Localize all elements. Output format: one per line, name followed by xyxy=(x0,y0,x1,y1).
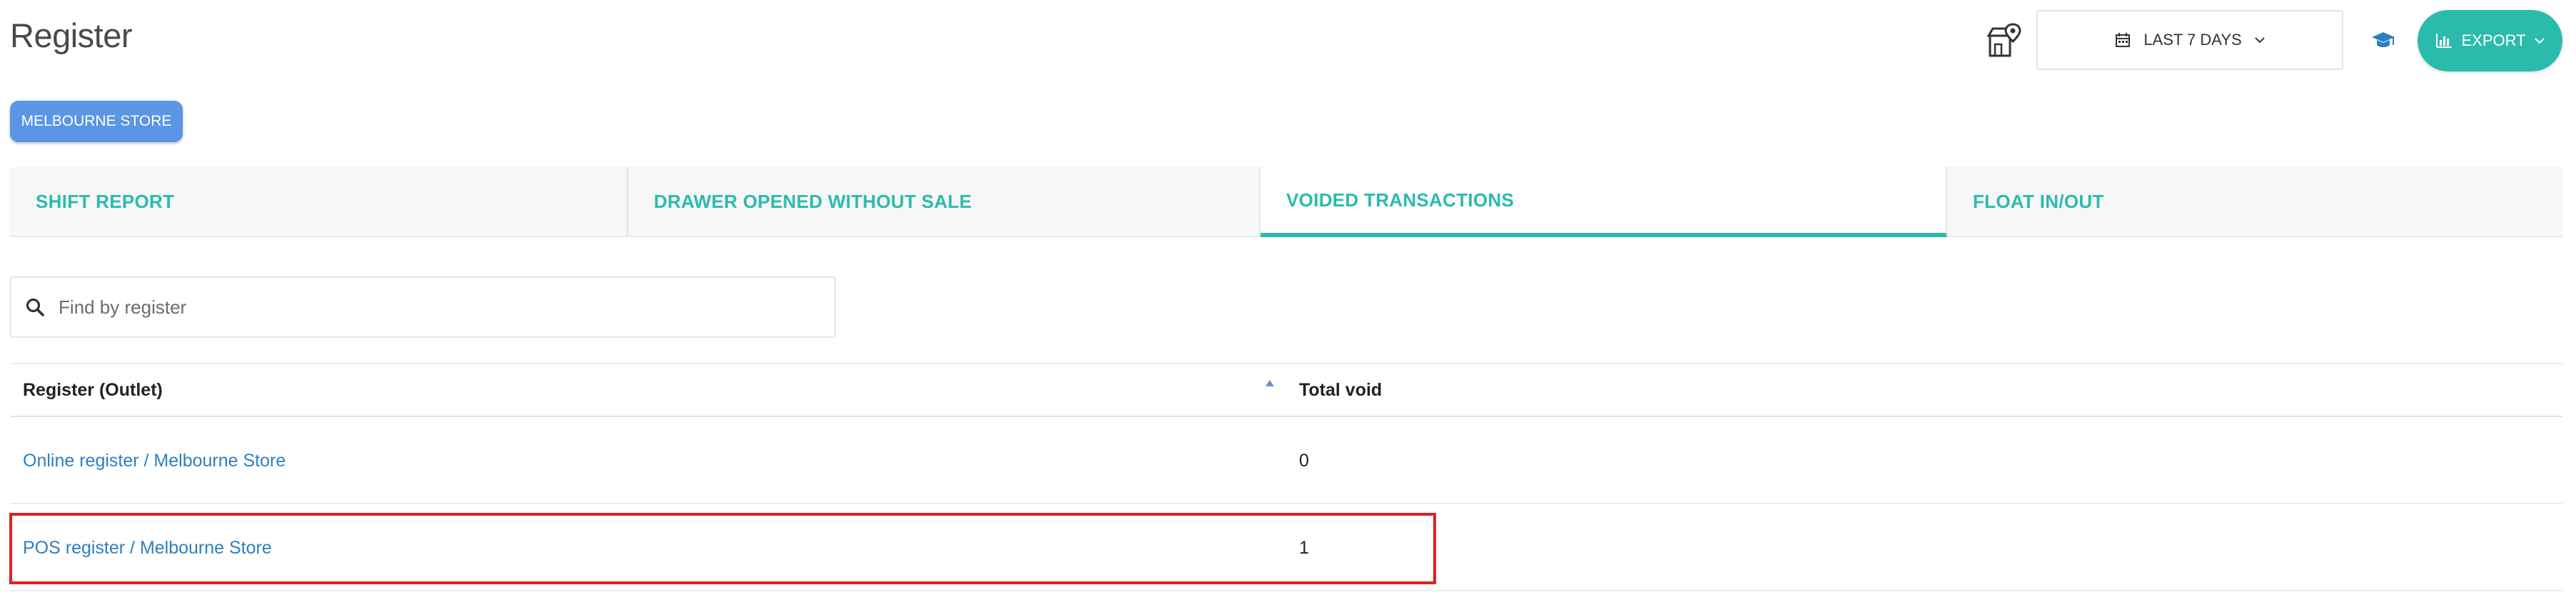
tab-voided-transactions[interactable]: VOIDED TRANSACTIONS xyxy=(1261,167,1947,237)
sort-ascending-icon[interactable] xyxy=(1265,379,1275,387)
calendar-icon xyxy=(2116,33,2131,47)
tab-drawer-opened-without-sale[interactable]: DRAWER OPENED WITHOUT SALE xyxy=(628,167,1261,236)
search-box xyxy=(10,276,836,338)
register-link[interactable]: Online register / Melbourne Store xyxy=(23,451,286,471)
table-row-divider xyxy=(10,503,2562,504)
tab-float-in-out[interactable]: FLOAT IN/OUT xyxy=(1947,167,2562,236)
search-icon xyxy=(26,298,44,316)
column-header-register[interactable]: Register (Outlet) xyxy=(23,380,163,401)
date-range-label: LAST 7 DAYS xyxy=(2143,31,2242,49)
table-header-divider xyxy=(10,416,2562,417)
search-input[interactable] xyxy=(57,295,774,319)
page-title: Register xyxy=(10,16,133,54)
date-range-button[interactable]: LAST 7 DAYS xyxy=(2036,10,2343,70)
table-row-divider xyxy=(10,590,2562,591)
table-top-divider xyxy=(10,363,2562,364)
export-label: EXPORT xyxy=(2461,31,2526,49)
row-highlight-box xyxy=(9,513,1436,584)
total-void-value: 0 xyxy=(1299,451,1309,471)
store-location-icon[interactable] xyxy=(1986,21,2023,59)
chevron-down-icon xyxy=(2534,37,2545,44)
export-button[interactable]: EXPORT xyxy=(2418,10,2562,71)
tab-shift-report[interactable]: SHIFT REPORT xyxy=(10,167,628,236)
outlet-filter-chip[interactable]: MELBOURNE STORE xyxy=(10,101,183,142)
graduation-cap-icon[interactable] xyxy=(2371,31,2395,49)
chevron-down-icon xyxy=(2254,36,2265,43)
column-header-total-void[interactable]: Total void xyxy=(1299,380,1382,401)
bar-chart-icon xyxy=(2436,34,2453,48)
report-tabs: SHIFT REPORT DRAWER OPENED WITHOUT SALE … xyxy=(10,167,2562,237)
